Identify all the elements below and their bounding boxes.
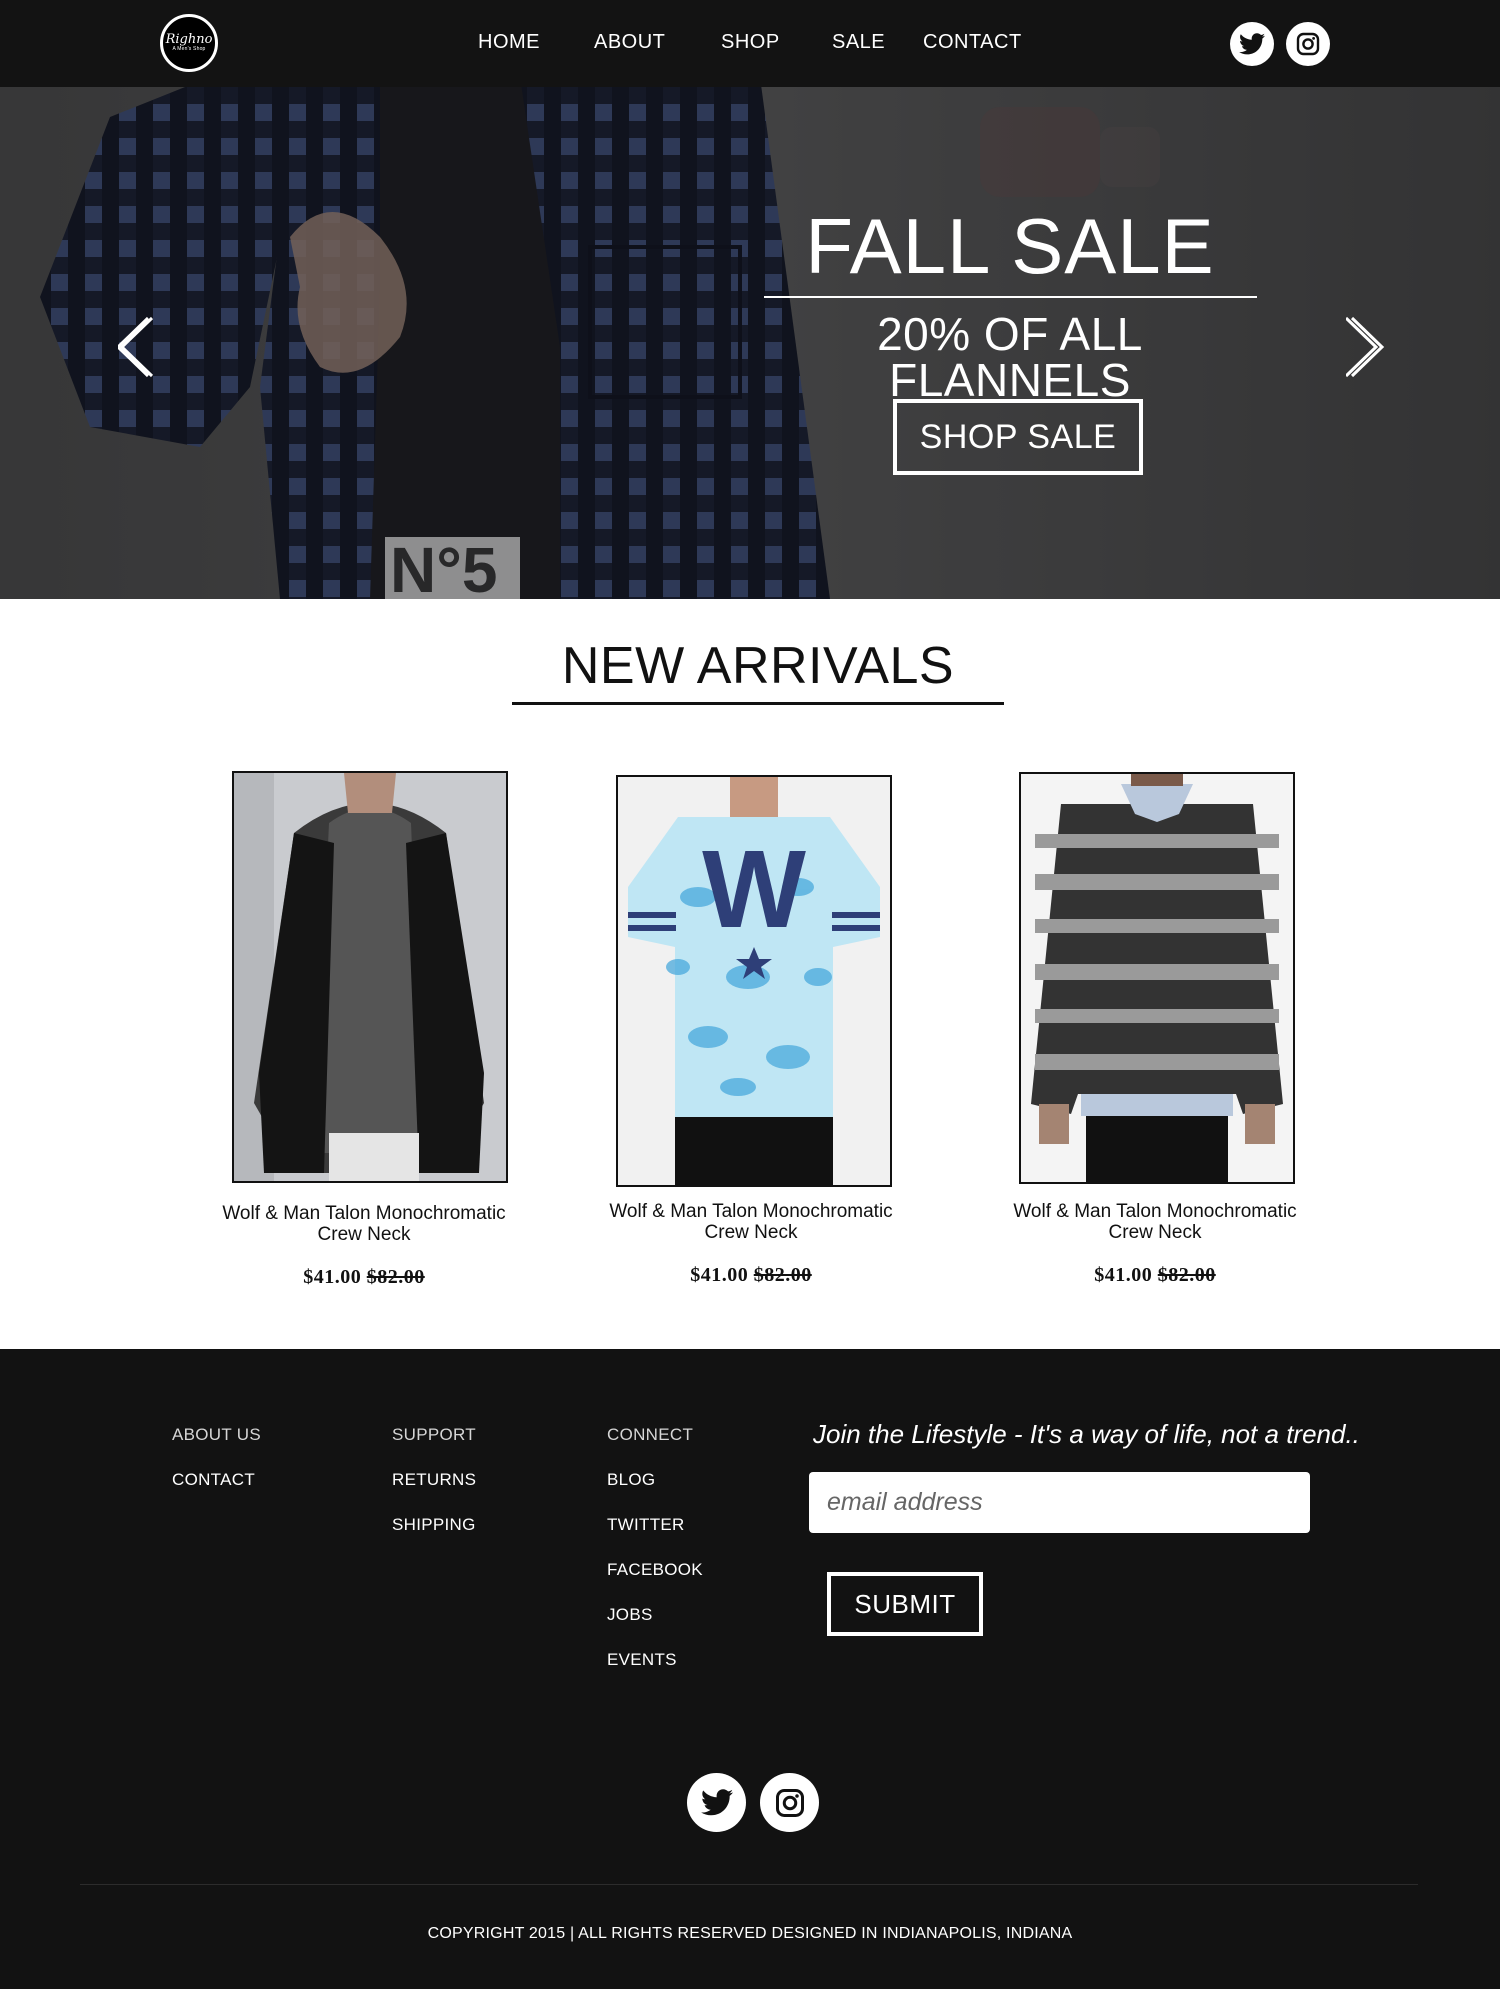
footer-twitter-button[interactable] xyxy=(687,1773,746,1832)
footer-link-events[interactable]: EVENTS xyxy=(607,1650,677,1670)
main-nav: HOME ABOUT SHOP SALE CONTACT xyxy=(0,0,1500,87)
footer-link-facebook[interactable]: FACEBOOK xyxy=(607,1560,703,1580)
footer-link-jobs[interactable]: JOBS xyxy=(607,1605,653,1625)
hooded-vest-photo xyxy=(234,773,506,1181)
twitter-icon xyxy=(700,1789,733,1816)
email-field[interactable] xyxy=(809,1472,1310,1533)
sale-price: $41.00 xyxy=(303,1266,362,1288)
product-price: $41.00 $82.00 xyxy=(591,1264,911,1287)
striped-sweater-photo xyxy=(1021,774,1293,1182)
footer-heading-about[interactable]: ABOUT US xyxy=(172,1425,261,1445)
instagram-icon xyxy=(1296,32,1320,56)
w-tshirt-photo: W xyxy=(618,777,890,1185)
instagram-icon xyxy=(775,1788,804,1817)
section-divider xyxy=(512,702,1004,705)
chevron-left-icon[interactable] xyxy=(118,316,158,378)
svg-text:W: W xyxy=(702,828,806,951)
product-image[interactable] xyxy=(232,771,508,1183)
footer-link-returns[interactable]: RETURNS xyxy=(392,1470,476,1490)
chevron-right-icon[interactable] xyxy=(1346,316,1386,378)
footer-instagram-button[interactable] xyxy=(760,1773,819,1832)
hero-banner: N°5 FALL SALE 20% OF ALL FLANNELS SHOP S… xyxy=(0,87,1500,599)
nav-sale[interactable]: SALE xyxy=(832,31,885,54)
footer-link-contact[interactable]: CONTACT xyxy=(172,1470,255,1490)
product-name[interactable]: Wolf & Man Talon Monochromatic Crew Neck xyxy=(591,1201,911,1243)
copyright-text: COPYRIGHT 2015 | ALL RIGHTS RESERVED DES… xyxy=(427,1925,1073,1942)
sale-price: $41.00 xyxy=(1094,1264,1153,1286)
nav-home[interactable]: HOME xyxy=(478,31,540,54)
footer-heading-connect: CONNECT xyxy=(607,1425,694,1444)
nav-shop[interactable]: SHOP xyxy=(721,31,780,54)
footer-divider xyxy=(80,1884,1418,1885)
shop-sale-button[interactable]: SHOP SALE xyxy=(893,399,1143,475)
original-price: $82.00 xyxy=(366,1266,425,1288)
sale-price: $41.00 xyxy=(690,1264,749,1286)
site-header: Righno A Men's Shop HOME ABOUT SHOP SALE… xyxy=(0,0,1500,87)
hero-overlay xyxy=(0,87,1500,599)
section-title-new-arrivals: NEW ARRIVALS xyxy=(561,637,955,695)
product-price: $41.00 $82.00 xyxy=(204,1266,524,1289)
product-image[interactable]: W xyxy=(616,775,892,1187)
original-price: $82.00 xyxy=(753,1264,812,1286)
footer-link-shipping[interactable]: SHIPPING xyxy=(392,1515,476,1535)
product-name[interactable]: Wolf & Man Talon Monochromatic Crew Neck xyxy=(204,1203,524,1245)
nav-contact[interactable]: CONTACT xyxy=(923,31,1022,54)
hero-title: FALL SALE xyxy=(805,202,1215,290)
twitter-icon xyxy=(1239,33,1265,55)
product-image[interactable] xyxy=(1019,772,1295,1184)
product-price: $41.00 $82.00 xyxy=(995,1264,1315,1287)
submit-button[interactable]: SUBMIT xyxy=(827,1572,983,1636)
header-instagram-button[interactable] xyxy=(1286,22,1330,66)
header-twitter-button[interactable] xyxy=(1230,22,1274,66)
hero-divider xyxy=(764,296,1257,298)
nav-about[interactable]: ABOUT xyxy=(594,31,665,54)
original-price: $82.00 xyxy=(1157,1264,1216,1286)
footer-link-blog[interactable]: BLOG xyxy=(607,1470,655,1490)
site-footer: ABOUT US CONTACT SUPPORT RETURNS SHIPPIN… xyxy=(0,1349,1500,1989)
hero-subtitle: 20% OF ALL FLANNELS xyxy=(877,308,1143,406)
footer-link-twitter[interactable]: TWITTER xyxy=(607,1515,685,1535)
product-name[interactable]: Wolf & Man Talon Monochromatic Crew Neck xyxy=(995,1201,1315,1243)
newsletter-heading: Join the Lifestyle - It's a way of life,… xyxy=(813,1419,1360,1449)
footer-heading-support: SUPPORT xyxy=(392,1425,476,1444)
